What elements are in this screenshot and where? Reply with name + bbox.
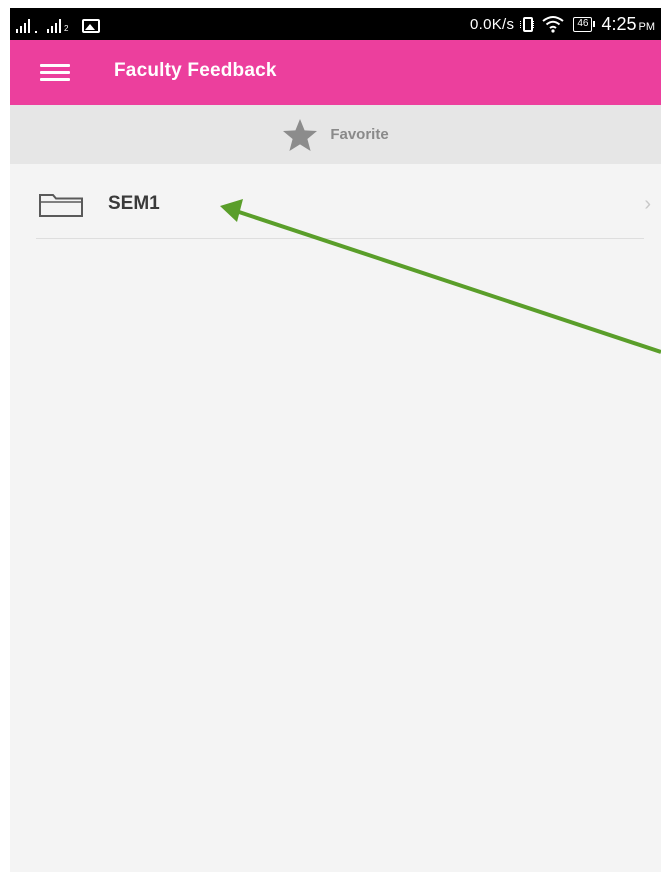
chevron-right-icon: › <box>644 193 651 215</box>
vibrate-icon <box>520 16 535 32</box>
folder-icon <box>39 194 83 217</box>
clock: 4:25 PM <box>601 14 655 35</box>
status-bar-right: 0.0K/s 46 4:25 PM <box>470 8 655 40</box>
hamburger-menu-icon[interactable] <box>36 57 74 87</box>
list-item-label: SEM1 <box>108 193 160 214</box>
tab-favorite[interactable]: Favorite <box>10 105 661 164</box>
battery-icon: 46 <box>573 16 596 32</box>
list-divider <box>36 238 644 239</box>
signal-icon <box>16 19 37 33</box>
app-bar: Faculty Feedback <box>10 40 661 105</box>
app-title: Faculty Feedback <box>114 60 277 81</box>
clock-ampm: PM <box>638 20 656 33</box>
clock-time: 4:25 <box>601 13 637 34</box>
star-icon <box>283 118 318 151</box>
network-speed: 0.0K/s <box>470 15 515 33</box>
status-bar-left: 2 <box>16 15 101 33</box>
list-item-sem1[interactable]: SEM1 › <box>10 170 661 238</box>
signal-sim2-icon: 2 <box>47 19 68 33</box>
image-notification-icon <box>82 19 101 33</box>
phone-screen: 2 0.0K/s 46 4:25 PM Faculty Feedback Favo <box>10 8 661 872</box>
battery-level: 46 <box>577 17 589 29</box>
sim2-index: 2 <box>64 24 69 33</box>
status-bar: 2 0.0K/s 46 4:25 PM <box>10 8 661 40</box>
tab-favorite-label: Favorite <box>330 126 389 143</box>
wifi-icon <box>542 16 564 33</box>
